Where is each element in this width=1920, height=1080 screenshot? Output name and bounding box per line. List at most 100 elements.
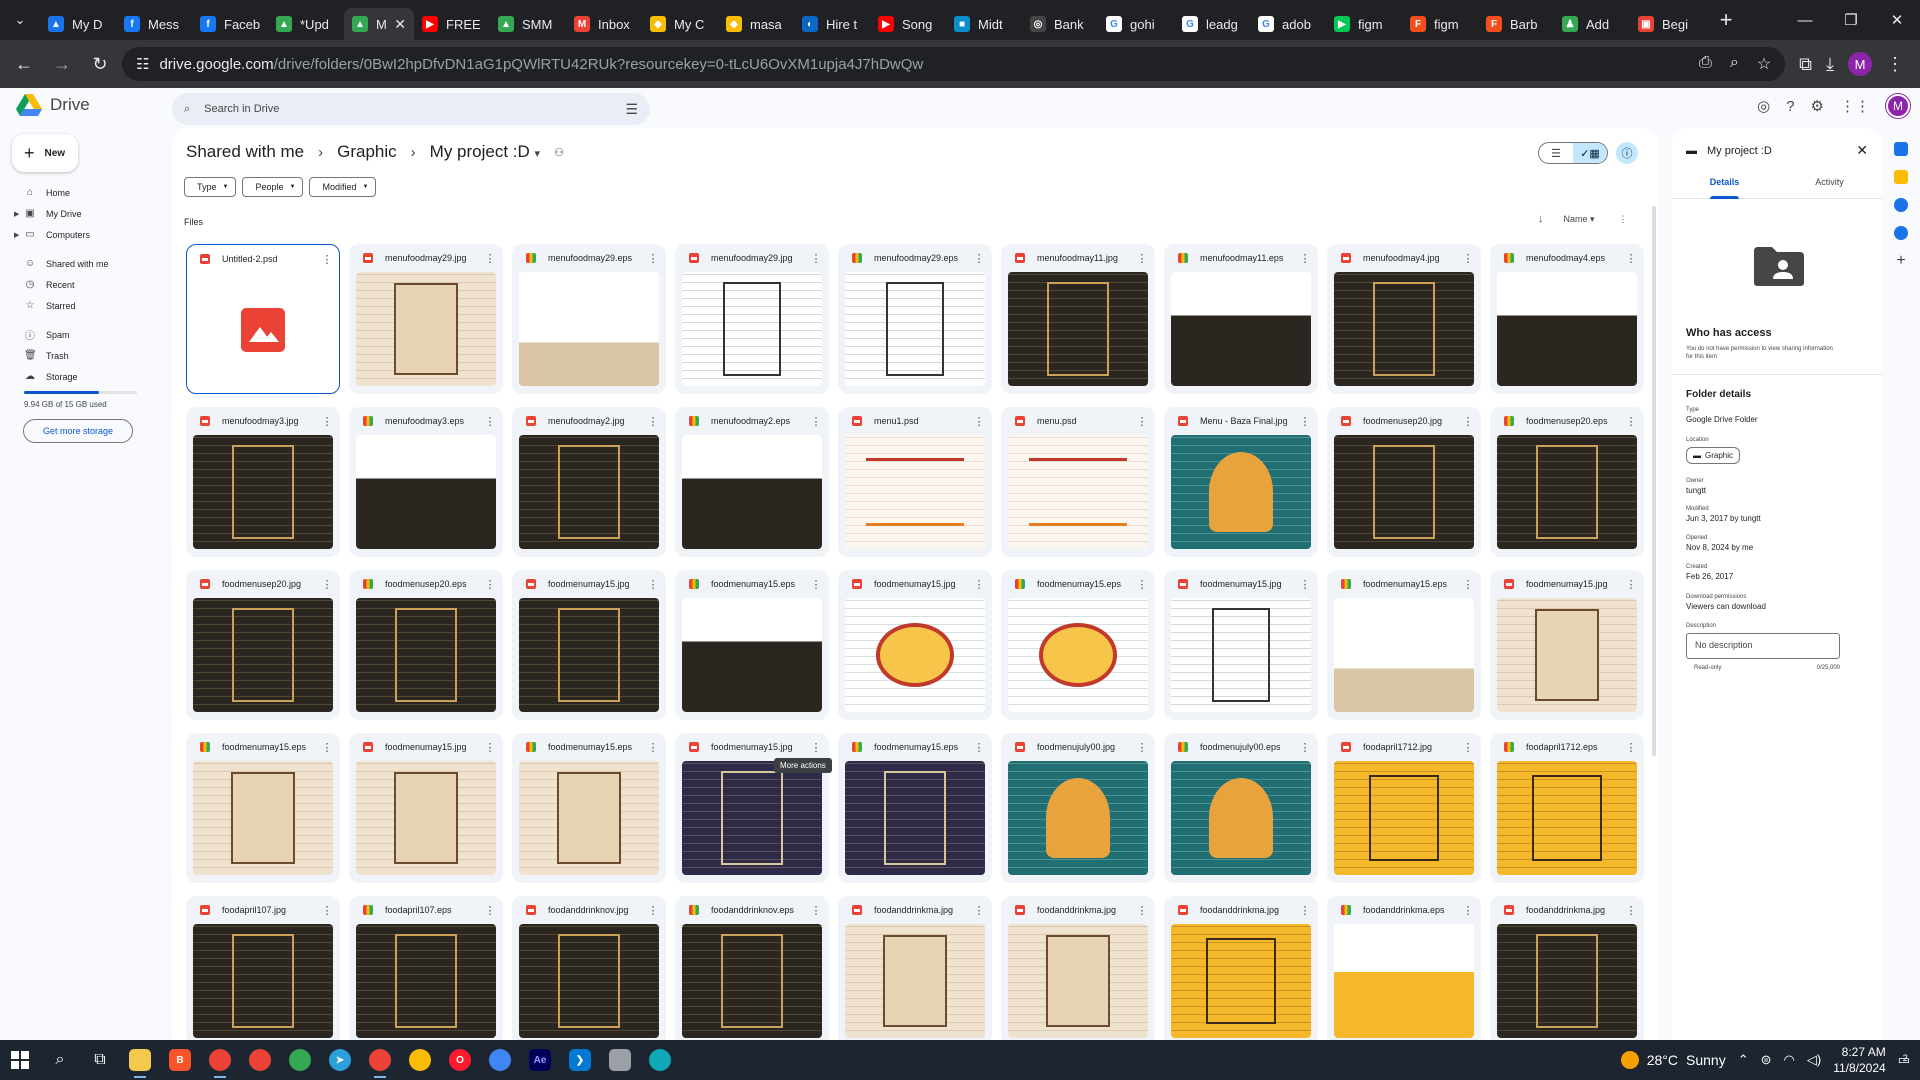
- tab-details[interactable]: Details: [1672, 173, 1777, 199]
- tasks-icon[interactable]: [1894, 198, 1908, 212]
- scrollbar[interactable]: [1652, 206, 1658, 1036]
- browser-tab[interactable]: ◆ My C: [642, 8, 718, 40]
- file-thumbnail[interactable]: [1334, 435, 1474, 549]
- taskbar-search-icon[interactable]: ⌕: [40, 1040, 80, 1080]
- back-arrow-icon[interactable]: ←: [8, 48, 40, 80]
- more-actions-icon[interactable]: ⋮: [484, 252, 496, 265]
- browser-tab[interactable]: ◎ Bank: [1022, 8, 1098, 40]
- filter-modified[interactable]: Modified ▼: [309, 177, 377, 197]
- file-thumbnail[interactable]: [682, 272, 822, 386]
- browser-tab[interactable]: ▶ figm: [1326, 8, 1402, 40]
- file-card[interactable]: foodanddrinkma.jpg ⋮: [1490, 896, 1644, 1046]
- browser-tab[interactable]: ▶ Song: [870, 8, 946, 40]
- more-actions-icon[interactable]: ⋮: [973, 252, 985, 265]
- file-card[interactable]: foodmenumay15.jpg ⋮: [1164, 570, 1318, 720]
- sidebar-item-shared-with-me[interactable]: ☺ Shared with me: [0, 253, 160, 274]
- file-card[interactable]: foodanddrinknov.eps ⋮: [675, 896, 829, 1046]
- filter-type[interactable]: Type ▼: [184, 177, 237, 197]
- file-thumbnail[interactable]: [1008, 272, 1148, 386]
- file-card[interactable]: menufoodmay11.jpg ⋮: [1001, 244, 1155, 394]
- more-actions-icon[interactable]: ⋮: [647, 252, 659, 265]
- file-thumbnail[interactable]: [682, 598, 822, 712]
- chrome-profile-icon[interactable]: [400, 1040, 440, 1080]
- file-thumbnail[interactable]: [519, 598, 659, 712]
- file-thumbnail[interactable]: [1334, 761, 1474, 875]
- minimize-icon[interactable]: —: [1782, 0, 1828, 40]
- file-thumbnail[interactable]: [1008, 924, 1148, 1038]
- file-thumbnail[interactable]: [845, 761, 985, 875]
- sort-direction-icon[interactable]: ↓: [1538, 213, 1544, 225]
- more-actions-icon[interactable]: ⋮: [1462, 741, 1474, 754]
- file-thumbnail[interactable]: [682, 924, 822, 1038]
- file-thumbnail[interactable]: [1334, 924, 1474, 1038]
- file-thumbnail[interactable]: [1171, 924, 1311, 1038]
- more-actions-icon[interactable]: ⋮: [1462, 252, 1474, 265]
- location-chip[interactable]: ▬ Graphic: [1686, 447, 1741, 464]
- more-actions-icon[interactable]: ⋮: [1625, 578, 1637, 591]
- settings-gear-icon[interactable]: ⚙: [1811, 97, 1824, 115]
- filter-people[interactable]: People ▼: [242, 177, 304, 197]
- more-actions-icon[interactable]: ⋮: [321, 253, 333, 266]
- expand-caret-icon[interactable]: ▶: [14, 210, 19, 218]
- file-thumbnail[interactable]: [193, 435, 333, 549]
- file-card[interactable]: foodmenumay15.jpg ⋮: [512, 570, 666, 720]
- file-card[interactable]: foodapril107.jpg ⋮: [186, 896, 340, 1046]
- sidebar-item-storage[interactable]: ☁ Storage: [0, 366, 160, 387]
- file-thumbnail[interactable]: [682, 435, 822, 549]
- scrollbar-thumb[interactable]: [1652, 206, 1656, 756]
- browser-menu-icon[interactable]: ⋮: [1886, 54, 1904, 75]
- file-thumbnail[interactable]: [682, 761, 822, 875]
- file-thumbnail[interactable]: [1334, 598, 1474, 712]
- file-card[interactable]: foodmenumay15.eps ⋮: [1001, 570, 1155, 720]
- file-card[interactable]: foodmenumay15.jpg ⋮: [838, 570, 992, 720]
- more-actions-icon[interactable]: ⋮: [321, 904, 333, 917]
- file-card[interactable]: menufoodmay29.jpg ⋮: [349, 244, 503, 394]
- file-thumbnail[interactable]: [519, 924, 659, 1038]
- apps-grid-icon[interactable]: ⋮⋮: [1840, 97, 1870, 115]
- keep-icon[interactable]: [1894, 170, 1908, 184]
- browser-tab[interactable]: ▲ My D: [40, 8, 116, 40]
- file-card[interactable]: foodmenumay15.eps ⋮: [186, 733, 340, 883]
- zoom-icon[interactable]: ⌕: [1730, 54, 1739, 74]
- breadcrumb-shared-with-me[interactable]: Shared with me: [186, 142, 304, 162]
- file-card[interactable]: menufoodmay29.jpg ⋮: [675, 244, 829, 394]
- file-thumbnail[interactable]: [356, 761, 496, 875]
- file-thumbnail[interactable]: [845, 435, 985, 549]
- file-card[interactable]: foodmenumay15.eps ⋮: [1327, 570, 1481, 720]
- file-thumbnail[interactable]: [519, 761, 659, 875]
- browser-tab[interactable]: f Mess: [116, 8, 192, 40]
- file-thumbnail[interactable]: [1008, 761, 1148, 875]
- file-card[interactable]: Menu - Baza Final.jpg ⋮: [1164, 407, 1318, 557]
- opera-icon[interactable]: O: [440, 1040, 480, 1080]
- edge-icon[interactable]: [640, 1040, 680, 1080]
- browser-tab[interactable]: Gleadg: [1174, 8, 1250, 40]
- file-card[interactable]: foodanddrinkma.jpg ⋮: [1164, 896, 1318, 1046]
- file-thumbnail[interactable]: [356, 435, 496, 549]
- browser-tab[interactable]: f Faceb: [192, 8, 268, 40]
- file-thumbnail[interactable]: [1497, 761, 1637, 875]
- forward-arrow-icon[interactable]: →: [46, 48, 78, 80]
- file-thumbnail[interactable]: [1171, 761, 1311, 875]
- file-thumbnail[interactable]: [519, 272, 659, 386]
- chrome-profile-icon[interactable]: [480, 1040, 520, 1080]
- after-effects-icon[interactable]: Ae: [520, 1040, 560, 1080]
- file-card[interactable]: foodmenumay15.eps ⋮: [675, 570, 829, 720]
- site-info-icon[interactable]: ☷: [136, 55, 149, 73]
- more-actions-icon[interactable]: ⋮: [1136, 415, 1148, 428]
- more-actions-icon[interactable]: ⋮: [1136, 252, 1148, 265]
- file-thumbnail[interactable]: [356, 272, 496, 386]
- url-text[interactable]: drive.google.com/drive/folders/0BwI2hpDf…: [159, 56, 1689, 73]
- file-thumbnail[interactable]: [356, 924, 496, 1038]
- more-actions-icon[interactable]: ⋮: [1136, 904, 1148, 917]
- more-actions-icon[interactable]: ⋮: [810, 578, 822, 591]
- file-card[interactable]: foodmenusep20.eps ⋮: [349, 570, 503, 720]
- windows-start-icon[interactable]: [0, 1040, 40, 1080]
- file-explorer-icon[interactable]: [120, 1040, 160, 1080]
- browser-tab[interactable]: ◆ masa: [718, 8, 794, 40]
- bookmark-star-icon[interactable]: ☆: [1757, 54, 1771, 74]
- more-actions-icon[interactable]: ⋮: [647, 415, 659, 428]
- volume-icon[interactable]: ◁): [1807, 1052, 1821, 1068]
- sidebar-item-my-drive[interactable]: ▶ ▣ My Drive: [0, 203, 160, 224]
- more-actions-icon[interactable]: ⋮: [647, 578, 659, 591]
- search-options-icon[interactable]: ☰: [625, 101, 638, 118]
